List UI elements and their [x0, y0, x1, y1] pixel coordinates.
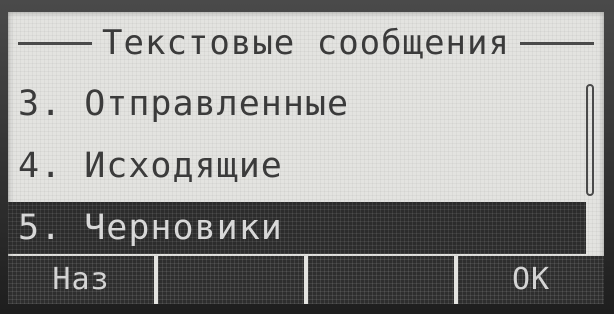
softkey-bar: Наз OK — [8, 256, 604, 304]
softkey-ok[interactable]: OK — [458, 256, 604, 304]
menu-item-drafts[interactable]: 5. Черновики — [8, 202, 586, 254]
menu-item-outbox[interactable]: 4. Исходящие — [18, 140, 558, 192]
phone-bezel: Текстовые сообщения 3. Отправленные 4. И… — [0, 0, 614, 314]
screen-title: Текстовые сообщения — [102, 23, 510, 63]
menu-item-sent[interactable]: 3. Отправленные — [18, 78, 558, 130]
softkey-2[interactable] — [158, 256, 304, 304]
lcd-screen: Текстовые сообщения 3. Отправленные 4. И… — [8, 12, 604, 304]
softkey-back[interactable]: Наз — [8, 256, 154, 304]
title-left-rule — [18, 41, 93, 45]
softkey-3[interactable] — [308, 256, 454, 304]
title-right-rule — [519, 41, 594, 45]
screen-header: Текстовые сообщения — [18, 18, 594, 68]
scrollbar[interactable] — [586, 84, 594, 196]
